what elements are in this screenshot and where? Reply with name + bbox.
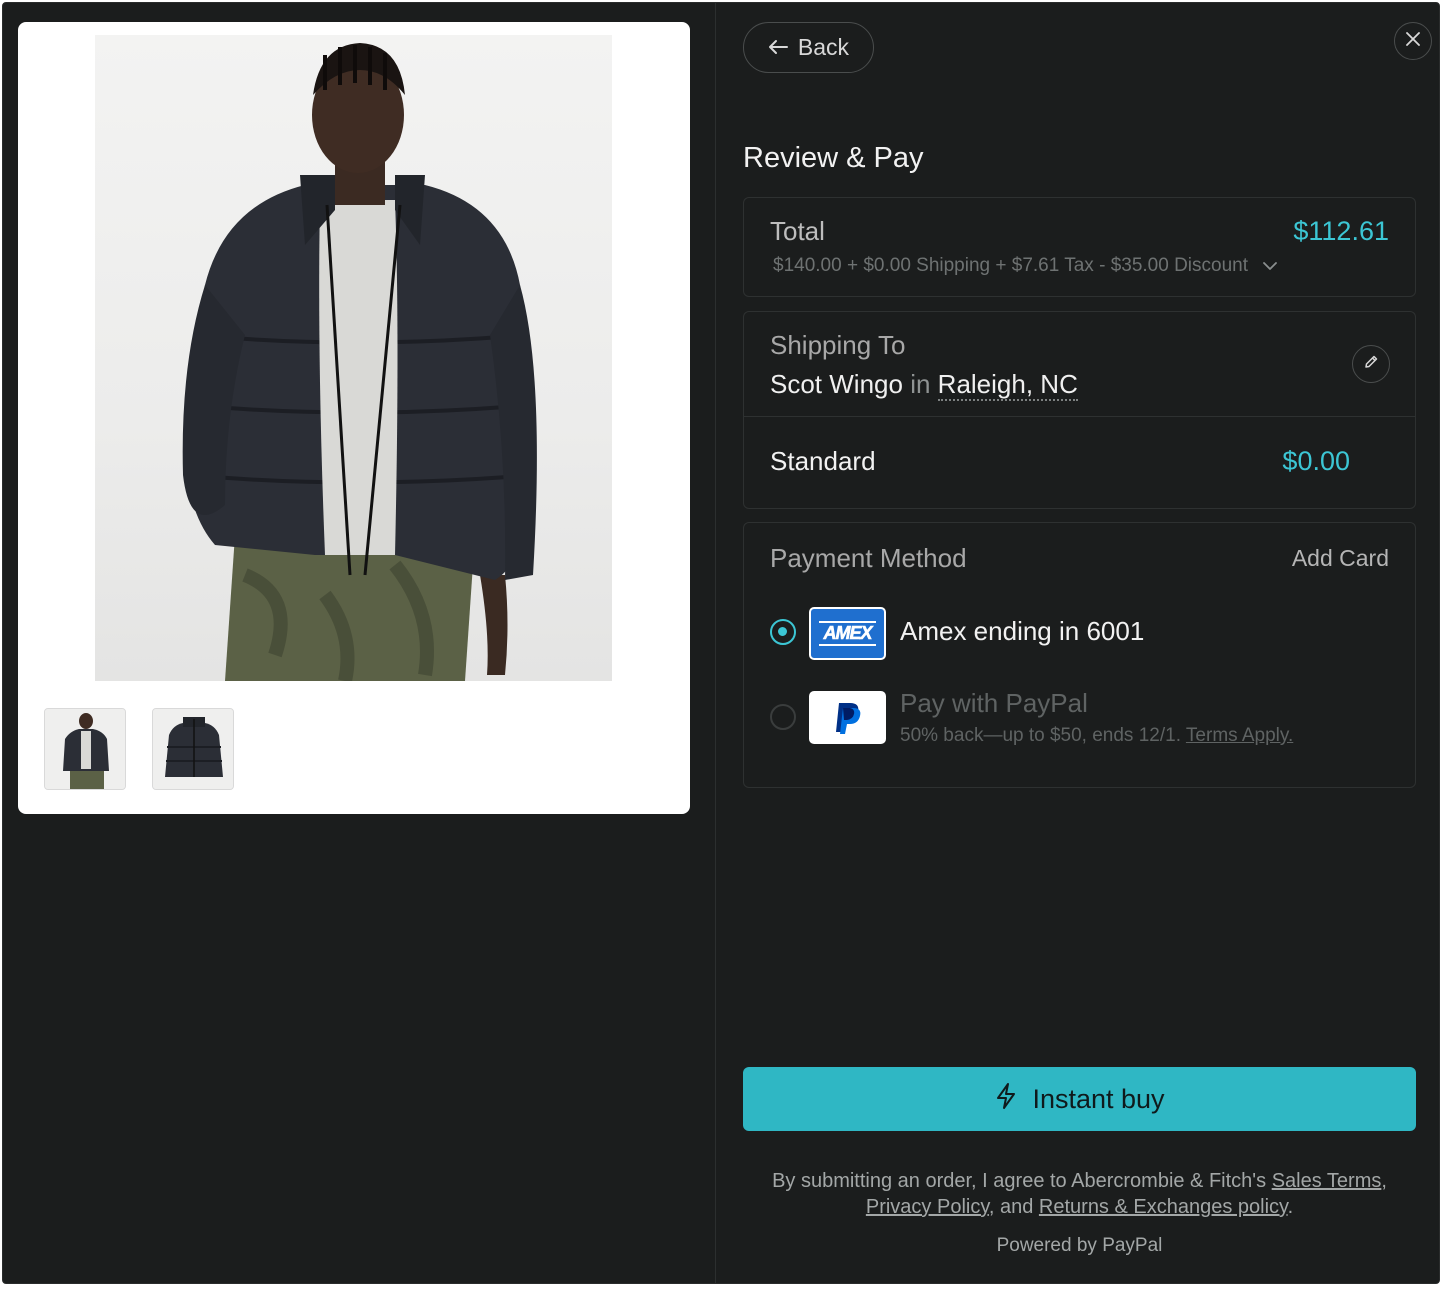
radio-paypal[interactable] (770, 704, 796, 730)
returns-policy-link[interactable]: Returns & Exchanges policy (1039, 1196, 1288, 1218)
page-title: Review & Pay (743, 142, 924, 174)
paypal-promo-text: 50% back—up to $50, ends 12/1. (900, 725, 1181, 746)
product-main-image (95, 35, 612, 681)
payment-method-label: Payment Method (770, 543, 967, 573)
total-value: $112.61 (1293, 216, 1389, 246)
payment-option-paypal[interactable]: Pay with PayPal (900, 688, 1088, 719)
chevron-down-icon[interactable] (1262, 255, 1278, 277)
amex-logo-text: AMEX (819, 621, 876, 646)
close-button[interactable] (1394, 22, 1432, 60)
thumbnail-jacket-image (153, 709, 233, 789)
shipping-method-price: $0.00 (1282, 446, 1350, 476)
total-breakdown[interactable]: $140.00 + $0.00 Shipping + $7.61 Tax - $… (773, 255, 1278, 277)
thumbnail-jacket[interactable] (152, 708, 234, 790)
back-button[interactable]: Back (743, 22, 874, 73)
legal-and: , and (988, 1196, 1034, 1218)
edit-shipping-button[interactable] (1352, 345, 1390, 383)
shipping-label: Shipping To (770, 330, 906, 360)
amex-logo: AMEX (809, 607, 886, 660)
legal-period: . (1287, 1196, 1294, 1218)
product-card (18, 22, 690, 814)
privacy-policy-link[interactable]: Privacy Policy (866, 1196, 989, 1218)
total-label: Total (770, 216, 825, 246)
shipping-city[interactable]: Raleigh, NC (937, 369, 1078, 401)
checkout-modal: Back Review & Pay Total $112.61 $140.00 … (2, 2, 1440, 1284)
shipping-section: Shipping To Scot Wingo in Raleigh, NC St… (743, 311, 1416, 509)
total-summary[interactable]: Total $112.61 $140.00 + $0.00 Shipping +… (743, 197, 1416, 297)
back-label: Back (797, 34, 850, 60)
payment-section: Payment Method Add Card AMEX Amex ending… (743, 522, 1416, 788)
total-breakdown-text: $140.00 + $0.00 Shipping + $7.61 Tax - $… (773, 255, 1249, 276)
thumbnail-model-image (45, 709, 125, 789)
shipping-connector: in (910, 369, 931, 399)
shipping-address: Scot Wingo in Raleigh, NC (770, 369, 1078, 401)
instant-buy-label: Instant buy (1032, 1083, 1165, 1114)
radio-amex[interactable] (770, 619, 796, 645)
powered-by-paypal: Powered by PayPal (996, 1235, 1163, 1256)
thumbnail-model[interactable] (44, 708, 126, 790)
sales-terms-link[interactable]: Sales Terms (1272, 1170, 1382, 1192)
payment-option-amex[interactable]: Amex ending in 6001 (900, 616, 1144, 647)
paypal-logo (809, 691, 886, 744)
product-gallery-pane (3, 3, 715, 1283)
model-wearing-puffer-jacket (182, 43, 537, 681)
legal-text: By submitting an order, I agree to Aberc… (743, 1168, 1416, 1220)
paypal-promo: 50% back—up to $50, ends 12/1. Terms App… (900, 725, 1293, 747)
legal-prefix: By submitting an order, I agree to Aberc… (772, 1170, 1267, 1192)
instant-buy-button[interactable]: Instant buy (743, 1067, 1416, 1131)
close-icon (1406, 31, 1420, 51)
divider (744, 416, 1415, 417)
terms-apply-link[interactable]: Terms Apply. (1186, 725, 1293, 746)
add-card-button[interactable]: Add Card (1292, 545, 1389, 572)
arrow-left-icon (768, 34, 788, 61)
legal-comma: , (1381, 1170, 1387, 1192)
lightning-icon (994, 1082, 1018, 1117)
checkout-pane: Back Review & Pay Total $112.61 $140.00 … (716, 3, 1439, 1283)
shipping-method-label[interactable]: Standard (770, 446, 876, 477)
pencil-icon (1363, 354, 1379, 375)
shipping-name: Scot Wingo (770, 369, 903, 399)
paypal-p-icon (835, 702, 860, 734)
